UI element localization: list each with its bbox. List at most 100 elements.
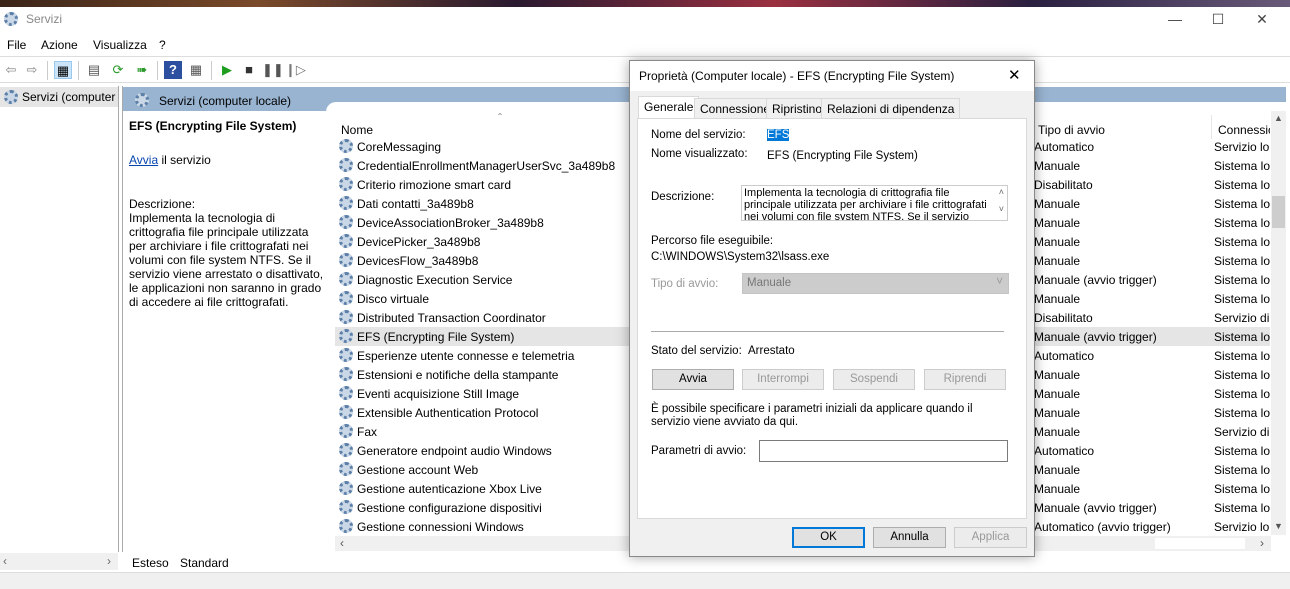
service-logon: Sistema lo xyxy=(1214,216,1270,230)
ok-button[interactable]: OK xyxy=(792,527,865,548)
service-startup-type: Manuale xyxy=(1034,387,1081,401)
display-name-label: Nome visualizzato: xyxy=(651,148,748,160)
service-startup-type: Automatico xyxy=(1034,140,1095,154)
scroll-right-icon[interactable]: › xyxy=(107,554,111,568)
column-header-startup-type[interactable]: Tipo di avvio xyxy=(1032,115,1212,139)
service-startup-type: Manuale (avvio trigger) xyxy=(1034,501,1157,515)
restart-service-icon[interactable]: ❙▷ xyxy=(285,61,306,79)
tab-ripristino[interactable]: Ripristino xyxy=(766,98,829,118)
path-label: Percorso file eseguibile: xyxy=(651,235,774,247)
scroll-down-icon[interactable]: ▼ xyxy=(1274,521,1283,531)
desktop-wallpaper-strip xyxy=(0,0,1290,7)
service-startup-type: Manuale xyxy=(1034,406,1081,420)
minimize-button[interactable]: — xyxy=(1153,7,1197,33)
start-service-link[interactable]: Avvia xyxy=(129,153,158,167)
action-pane-icon[interactable]: ▦ xyxy=(187,61,205,79)
properties-icon[interactable]: ▤ xyxy=(85,61,103,79)
forward-icon[interactable]: ⇨ xyxy=(23,61,41,79)
service-logon: Sistema lo xyxy=(1214,235,1270,249)
service-description-panel: EFS (Encrypting File System) Avvia il se… xyxy=(129,119,329,309)
service-gear-icon xyxy=(339,310,353,324)
menu-help[interactable]: ? xyxy=(159,38,166,52)
selected-service-name: EFS (Encrypting File System) xyxy=(129,119,297,133)
service-startup-type: Manuale xyxy=(1034,159,1081,173)
tab-generale[interactable]: Generale xyxy=(638,96,700,119)
scroll-up-icon[interactable]: ▲ xyxy=(1274,113,1283,123)
properties-dialog: Proprietà (Computer locale) - EFS (Encry… xyxy=(629,60,1035,557)
service-gear-icon xyxy=(339,348,353,362)
service-gear-icon xyxy=(339,500,353,514)
menu-file[interactable]: File xyxy=(7,38,26,52)
vertical-scrollbar[interactable]: ▲ ▼ xyxy=(1271,111,1286,535)
service-name: Fax xyxy=(357,425,378,439)
service-startup-type: Manuale xyxy=(1034,463,1081,477)
service-startup-type: Automatico (avvio trigger) xyxy=(1034,520,1171,534)
tree-item-label: Servizi (computer xyxy=(22,90,116,104)
service-name-value[interactable]: EFS xyxy=(767,129,790,141)
service-name-label: Nome del servizio: xyxy=(651,129,746,141)
maximize-button[interactable]: ☐ xyxy=(1196,7,1240,33)
service-name: Distributed Transaction Coordinator xyxy=(357,311,546,325)
scroll-right-icon[interactable]: › xyxy=(1260,536,1264,550)
display-name-value: EFS (Encrypting File System) xyxy=(767,150,918,162)
menu-visualizza[interactable]: Visualizza xyxy=(93,38,147,52)
service-gear-icon xyxy=(339,519,353,533)
service-name: DevicePicker_3a489b8 xyxy=(357,235,481,249)
dialog-close-button[interactable]: ✕ xyxy=(1008,66,1021,84)
service-logon: Sistema lo xyxy=(1214,197,1270,211)
scroll-left-icon[interactable]: ‹ xyxy=(3,554,7,568)
tab-standard[interactable]: Standard xyxy=(180,556,229,570)
service-gear-icon xyxy=(339,196,353,210)
service-gear-icon xyxy=(339,405,353,419)
export-list-icon[interactable]: ➠ xyxy=(133,61,151,79)
service-logon: Sistema lo xyxy=(1214,387,1270,401)
tree-horizontal-scrollbar[interactable]: ‹ › xyxy=(0,553,118,570)
startup-type-value: Manuale xyxy=(747,277,792,289)
view-tabs: Esteso Standard xyxy=(122,553,422,572)
service-logon: Servizio lo xyxy=(1214,140,1270,154)
service-logon: Servizio di xyxy=(1214,311,1270,325)
close-button[interactable]: ✕ xyxy=(1240,7,1284,33)
service-name: Diagnostic Execution Service xyxy=(357,273,513,287)
refresh-icon[interactable]: ⟳ xyxy=(109,61,127,79)
service-logon: Sistema lo xyxy=(1214,330,1270,344)
help-icon[interactable]: ? xyxy=(164,61,182,79)
apply-button[interactable]: Applica xyxy=(954,527,1027,548)
service-logon: Sistema lo xyxy=(1214,273,1270,287)
scrollbar-thumb[interactable] xyxy=(1272,196,1285,228)
console-tree: Servizi (computer xyxy=(0,86,119,552)
service-name: CoreMessaging xyxy=(357,140,442,154)
column-header-logon[interactable]: Connessic xyxy=(1212,115,1270,139)
resume-button[interactable]: Riprendi xyxy=(924,369,1006,390)
description-box[interactable]: Implementa la tecnologia di crittografia… xyxy=(741,185,1008,221)
params-input[interactable] xyxy=(759,440,1008,462)
service-gear-icon xyxy=(339,253,353,267)
show-hide-tree-icon[interactable]: ▦ xyxy=(54,61,72,79)
scroll-left-icon[interactable]: ‹ xyxy=(340,536,344,550)
service-logon: Sistema lo xyxy=(1214,159,1270,173)
description-text: Implementa la tecnologia di crittografia… xyxy=(129,211,324,309)
stop-service-icon[interactable]: ■ xyxy=(240,61,258,79)
start-button[interactable]: Avvia xyxy=(652,369,734,390)
service-startup-type: Manuale xyxy=(1034,197,1081,211)
service-name: DeviceAssociationBroker_3a489b8 xyxy=(357,216,544,230)
path-value: C:\WINDOWS\System32\lsass.exe xyxy=(651,251,830,263)
pause-service-icon[interactable]: ❚❚ xyxy=(262,61,284,79)
tab-esteso[interactable]: Esteso xyxy=(132,556,169,570)
tab-connessione[interactable]: Connessione xyxy=(694,98,777,118)
back-icon[interactable]: ⇦ xyxy=(2,61,20,79)
pause-button[interactable]: Sospendi xyxy=(833,369,915,390)
service-logon: Sistema lo xyxy=(1214,406,1270,420)
tab-relazioni[interactable]: Relazioni di dipendenza xyxy=(821,98,961,118)
service-gear-icon xyxy=(339,481,353,495)
scroll-up-icon[interactable]: ˄ xyxy=(999,187,1004,197)
service-startup-type: Manuale xyxy=(1034,235,1081,249)
stop-button[interactable]: Interrompi xyxy=(742,369,824,390)
link-suffix: il servizio xyxy=(158,153,211,167)
startup-type-select[interactable]: Manuale ˅ xyxy=(742,273,1009,294)
cancel-button[interactable]: Annulla xyxy=(873,527,946,548)
start-service-icon[interactable]: ▶ xyxy=(218,61,236,79)
scroll-down-icon[interactable]: ˅ xyxy=(999,204,1004,214)
service-startup-type: Disabilitato xyxy=(1034,178,1093,192)
menu-azione[interactable]: Azione xyxy=(41,38,78,52)
